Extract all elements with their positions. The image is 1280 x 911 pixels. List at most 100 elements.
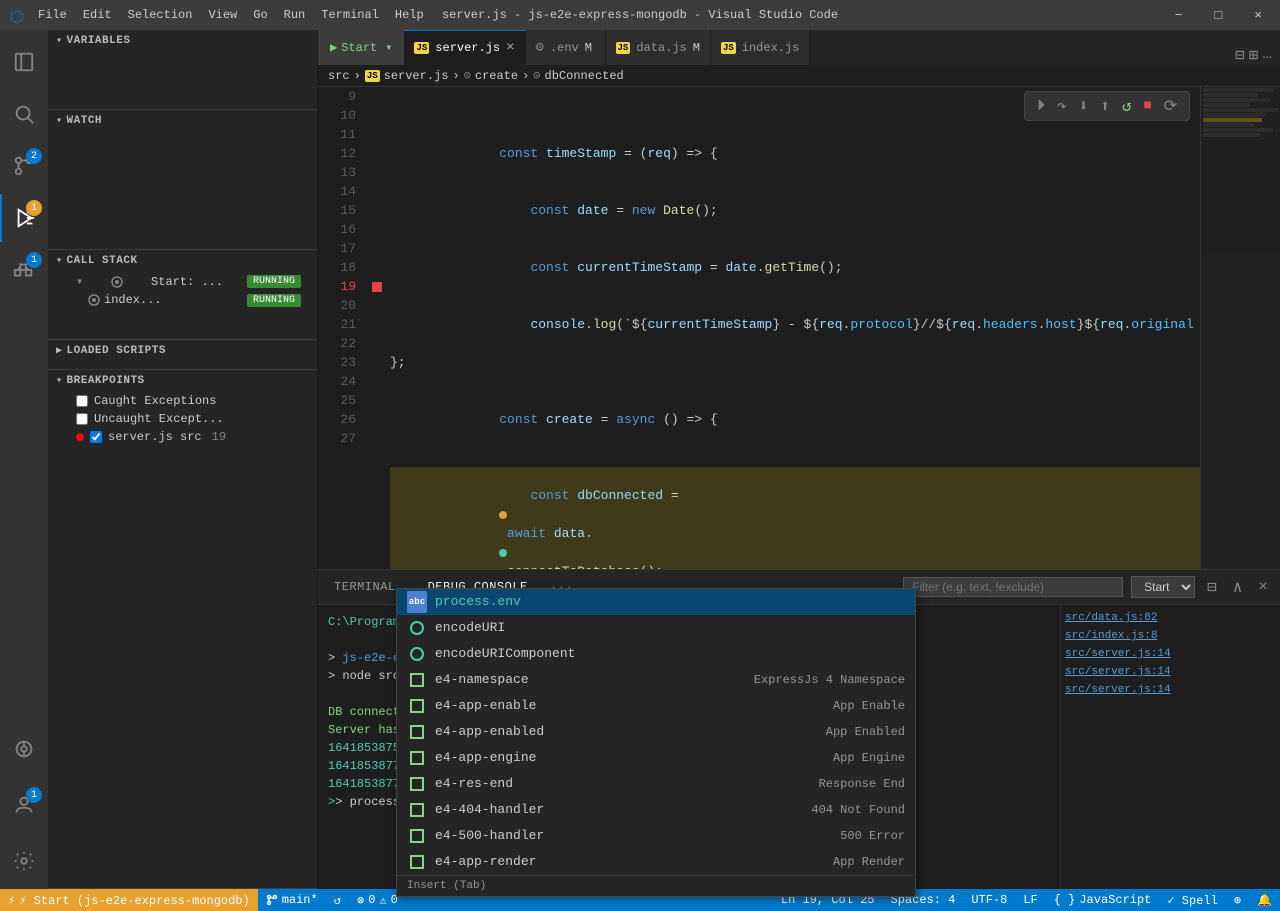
watch-header[interactable]: ▾ WATCH <box>48 110 317 132</box>
menu-terminal[interactable]: Terminal <box>321 8 379 22</box>
tab-server-js[interactable]: JS server.js × <box>404 30 525 65</box>
minimize-button[interactable]: − <box>1167 8 1191 23</box>
activity-accounts[interactable]: 1 <box>0 781 48 829</box>
status-debug-info[interactable]: ⚡ ⚡ Start (js-e2e-express-mongodb) <box>0 889 258 911</box>
callstack-item-start[interactable]: ▾ Start: ... RUNNING <box>48 272 317 291</box>
status-branch[interactable]: main* <box>258 889 326 911</box>
tab-env[interactable]: ⚙ .env M <box>526 30 606 65</box>
tab-server-js-close[interactable]: × <box>506 40 514 56</box>
layout-icon[interactable]: ⊞ <box>1249 45 1259 65</box>
autocomplete-item-5[interactable]: e4-app-enabled App Enabled <box>397 719 915 745</box>
status-notifications[interactable]: 🔔 <box>1249 889 1280 911</box>
menu-edit[interactable]: Edit <box>83 8 112 22</box>
autocomplete-item-2[interactable]: encodeURIComponent <box>397 641 915 667</box>
panel-split-icon[interactable]: ⊟ <box>1203 575 1221 599</box>
activity-extensions[interactable]: 1 <box>0 246 48 294</box>
autocomplete-item-7[interactable]: e4-res-end Response End <box>397 771 915 797</box>
breadcrumb-src[interactable]: src <box>328 69 350 83</box>
autocomplete-item-3[interactable]: e4-namespace ExpressJs 4 Namespace <box>397 667 915 693</box>
menu-help[interactable]: Help <box>395 8 424 22</box>
activity-settings[interactable] <box>0 837 48 885</box>
variables-header[interactable]: ▾ VARIABLES <box>48 30 317 52</box>
activity-search[interactable] <box>0 90 48 138</box>
variables-chevron: ▾ <box>56 35 63 47</box>
panel-link-server-js-2[interactable]: src/server.js:14 <box>1065 663 1276 681</box>
code-content[interactable]: const timeStamp = (req) => { const date … <box>386 87 1200 569</box>
split-editor-icon[interactable]: ⊟ <box>1235 45 1245 65</box>
loaded-scripts-chevron: ▶ <box>56 345 63 357</box>
panel-close-icon[interactable]: × <box>1254 576 1272 598</box>
tab-env-icon: ⚙ <box>536 39 544 56</box>
caught-exceptions-checkbox[interactable] <box>76 395 88 407</box>
debug-stop-btn[interactable]: ⏹ <box>1140 95 1156 117</box>
autocomplete-item-10[interactable]: e4-app-render App Render <box>397 849 915 875</box>
spell-label: ✓ Spell <box>1167 893 1217 908</box>
panel-collapse-icon[interactable]: ∧ <box>1229 575 1247 599</box>
tab-bar: ▶ Start ▾ JS server.js × ⚙ .env M JS dat… <box>318 30 1280 65</box>
debug-continue-btn[interactable]: ⏵ <box>1033 95 1049 117</box>
menu-go[interactable]: Go <box>253 8 267 22</box>
code-line-15: }; <box>390 353 1200 372</box>
server-js-breakpoint-checkbox[interactable] <box>90 431 102 443</box>
ac-icon-7 <box>407 774 427 794</box>
tab-data-js[interactable]: JS data.js M <box>606 30 711 65</box>
callstack-header[interactable]: ▾ CALL STACK <box>48 250 317 272</box>
debug-step-over-btn[interactable]: ↷ <box>1053 94 1071 118</box>
debug-step-out-btn[interactable]: ⬆ <box>1096 94 1114 118</box>
tab-index-js[interactable]: JS index.js <box>711 30 810 65</box>
menu-run[interactable]: Run <box>284 8 306 22</box>
maximize-button[interactable]: □ <box>1206 8 1230 23</box>
ac-detail-9: 500 Error <box>840 826 905 846</box>
autocomplete-item-9[interactable]: e4-500-handler 500 Error <box>397 823 915 849</box>
close-button[interactable]: × <box>1246 8 1270 23</box>
status-line-ending[interactable]: LF <box>1015 889 1045 911</box>
activity-explorer[interactable] <box>0 38 48 86</box>
activity-remote[interactable] <box>0 725 48 773</box>
panel-link-data-js[interactable]: src/data.js:82 <box>1065 609 1276 627</box>
debug-console-context[interactable]: Start <box>1131 576 1195 598</box>
run-dropdown-icon[interactable]: ▾ <box>385 40 392 55</box>
uncaught-exceptions-checkbox[interactable] <box>76 413 88 425</box>
autocomplete-item-6[interactable]: e4-app-engine App Engine <box>397 745 915 771</box>
debug-step-into-btn[interactable]: ⬇ <box>1075 94 1093 118</box>
variables-label: VARIABLES <box>67 35 131 47</box>
activity-run-debug[interactable]: 1 <box>0 194 48 242</box>
autocomplete-item-8[interactable]: e4-404-handler 404 Not Found <box>397 797 915 823</box>
uncaught-exceptions-label: Uncaught Except... <box>94 412 224 426</box>
ac-icon-6 <box>407 748 427 768</box>
debug-console-filter[interactable] <box>903 577 1123 597</box>
tab-data-js-label: data.js <box>636 41 686 55</box>
status-spell[interactable]: ✓ Spell <box>1159 889 1225 911</box>
loaded-scripts-header[interactable]: ▶ LOADED SCRIPTS <box>48 340 317 362</box>
sync-icon: ↺ <box>334 893 341 908</box>
status-live-share[interactable]: ⊕ <box>1226 889 1249 911</box>
code-line-18 <box>390 448 1200 467</box>
panel-link-server-js-3[interactable]: src/server.js:14 <box>1065 681 1276 699</box>
activity-source-control[interactable]: 2 <box>0 142 48 190</box>
debug-disconnect-btn[interactable]: ⟳ <box>1160 94 1181 118</box>
status-sync[interactable]: ↺ <box>326 889 349 911</box>
run-config-tab[interactable]: ▶ Start ▾ <box>318 30 404 65</box>
autocomplete-item-1[interactable]: encodeURI <box>397 615 915 641</box>
menu-selection[interactable]: Selection <box>128 8 193 22</box>
gutter <box>368 87 386 569</box>
breadcrumb-server-js[interactable]: server.js <box>384 69 449 83</box>
breakpoints-label: BREAKPOINTS <box>67 375 145 387</box>
menu-file[interactable]: File <box>38 8 67 22</box>
panel-link-index-js[interactable]: src/index.js:8 <box>1065 627 1276 645</box>
status-encoding[interactable]: UTF-8 <box>963 889 1015 911</box>
breakpoint-caught: Caught Exceptions <box>48 392 317 410</box>
callstack-item-index[interactable]: index... RUNNING <box>48 291 317 309</box>
breadcrumb-dbconnected[interactable]: dbConnected <box>545 69 624 83</box>
autocomplete-item-0[interactable]: abc process.env <box>397 589 915 615</box>
code-editor[interactable]: ⏵ ↷ ⬇ ⬆ ↺ ⏹ ⟳ 9 10 11 12 13 <box>318 87 1280 569</box>
breadcrumb-create[interactable]: create <box>475 69 518 83</box>
menu-view[interactable]: View <box>208 8 237 22</box>
debug-restart-btn[interactable]: ↺ <box>1118 94 1136 118</box>
ac-detail-3: ExpressJs 4 Namespace <box>754 670 905 690</box>
more-tabs-icon[interactable]: … <box>1262 45 1272 65</box>
autocomplete-item-4[interactable]: e4-app-enable App Enable <box>397 693 915 719</box>
breakpoints-header[interactable]: ▾ BREAKPOINTS <box>48 370 317 392</box>
panel-link-server-js-1[interactable]: src/server.js:14 <box>1065 645 1276 663</box>
status-language[interactable]: { } JavaScript <box>1046 889 1160 911</box>
